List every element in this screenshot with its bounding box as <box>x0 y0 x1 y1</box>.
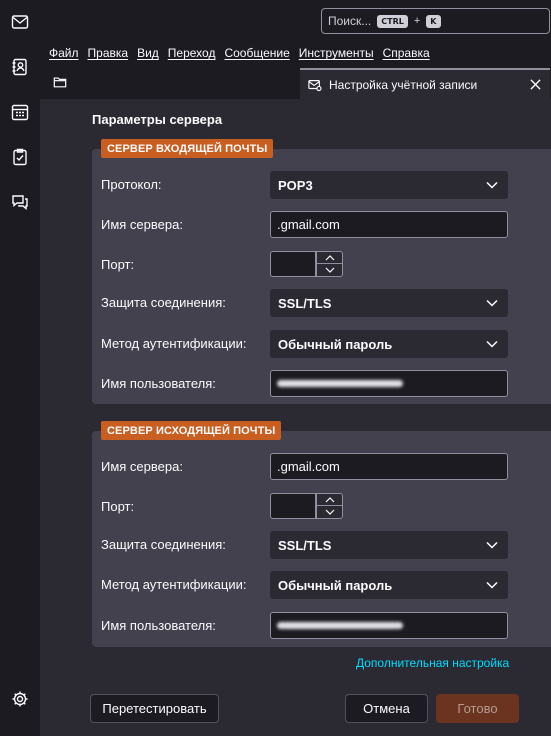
outgoing-security-select[interactable]: SSL/TLS <box>270 531 508 559</box>
close-icon[interactable] <box>520 79 550 90</box>
chevron-down-icon <box>486 581 498 589</box>
incoming-server-value: .gmail.com <box>277 217 340 232</box>
chat-icon[interactable] <box>8 190 32 214</box>
tasks-icon[interactable] <box>8 145 32 169</box>
tab-account-settings[interactable]: Настройка учётной записи <box>300 68 550 99</box>
incoming-auth-value: Обычный пароль <box>278 336 393 352</box>
chevron-down-icon <box>486 541 498 549</box>
incoming-security-select[interactable]: SSL/TLS <box>270 289 508 317</box>
calendar-icon[interactable] <box>8 100 32 124</box>
incoming-auth-row: Метод аутентификации: Обычный пароль <box>101 330 548 358</box>
protocol-select[interactable]: POP3 <box>270 171 508 199</box>
redacted-username <box>277 622 403 629</box>
spin-down-icon[interactable] <box>317 506 342 518</box>
address-book-icon[interactable] <box>8 55 32 79</box>
outgoing-server-row: Имя сервера: .gmail.com <box>101 453 548 481</box>
outgoing-port-row: Порт: <box>101 493 548 521</box>
incoming-auth-select[interactable]: Обычный пароль <box>270 330 508 358</box>
outgoing-auth-select[interactable]: Обычный пароль <box>270 571 508 599</box>
menu-help[interactable]: Справка <box>383 46 430 60</box>
chevron-down-icon <box>486 181 498 189</box>
redacted-username <box>277 380 403 387</box>
search-input[interactable]: Поиск... CTRL + K <box>321 8 550 34</box>
outgoing-server-panel: СЕРВЕР ИСХОДЯЩЕЙ ПОЧТЫ Имя сервера: .gma… <box>92 421 551 647</box>
incoming-port-row: Порт: <box>101 251 548 279</box>
advanced-config-link[interactable]: Дополнительная настройка <box>356 656 509 670</box>
incoming-server-panel: СЕРВЕР ВХОДЯЩЕЙ ПОЧТЫ Протокол: POP3 Имя… <box>92 139 551 404</box>
outgoing-user-label: Имя пользователя: <box>101 618 216 633</box>
retest-button[interactable]: Перетестировать <box>90 694 219 723</box>
incoming-username-input[interactable] <box>270 370 508 397</box>
incoming-server-input[interactable]: .gmail.com <box>270 211 508 238</box>
incoming-user-row: Имя пользователя: <box>101 370 548 398</box>
folder-icon[interactable] <box>50 72 70 92</box>
incoming-legend: СЕРВЕР ВХОДЯЩЕЙ ПОЧТЫ <box>101 139 274 158</box>
menu-view[interactable]: Вид <box>137 46 159 60</box>
outgoing-port-label: Порт: <box>101 499 135 514</box>
chevron-down-icon <box>486 340 498 348</box>
chevron-down-icon <box>486 299 498 307</box>
shortcut-key-ctrl: CTRL <box>377 14 408 28</box>
outgoing-port-spinner <box>316 493 343 519</box>
outgoing-security-value: SSL/TLS <box>278 537 332 553</box>
incoming-security-label: Защита соединения: <box>101 295 226 310</box>
incoming-protocol-row: Протокол: POP3 <box>101 171 548 199</box>
page-title: Параметры сервера <box>92 112 223 127</box>
menu-file[interactable]: Файл <box>49 46 79 60</box>
menu-message[interactable]: Сообщение <box>224 46 289 60</box>
shortcut-key-k: K <box>426 14 441 28</box>
outgoing-server-label: Имя сервера: <box>101 459 183 474</box>
settings-gear-icon[interactable] <box>8 687 32 711</box>
outgoing-auth-row: Метод аутентификации: Обычный пароль <box>101 571 548 599</box>
outgoing-auth-label: Метод аутентификации: <box>101 577 247 592</box>
menu-go[interactable]: Переход <box>168 46 216 60</box>
protocol-value: POP3 <box>278 177 313 193</box>
menu-tools[interactable]: Инструменты <box>299 46 374 60</box>
outgoing-server-value: .gmail.com <box>277 459 340 474</box>
incoming-server-label: Имя сервера: <box>101 217 183 232</box>
incoming-security-row: Защита соединения: SSL/TLS <box>101 289 548 317</box>
mail-icon[interactable] <box>8 10 32 34</box>
menu-edit[interactable]: Правка <box>88 46 129 60</box>
outgoing-security-row: Защита соединения: SSL/TLS <box>101 531 548 559</box>
shortcut-plus: + <box>413 15 421 27</box>
spin-up-icon[interactable] <box>317 494 342 506</box>
incoming-user-label: Имя пользователя: <box>101 376 216 391</box>
outgoing-legend: СЕРВЕР ИСХОДЯЩЕЙ ПОЧТЫ <box>101 421 282 440</box>
incoming-server-row: Имя сервера: .gmail.com <box>101 211 548 239</box>
unified-toolbar: Поиск... CTRL + K <box>40 0 551 42</box>
incoming-security-value: SSL/TLS <box>278 295 332 311</box>
tab-title: Настройка учётной записи <box>329 77 478 92</box>
tab-bar: Настройка учётной записи <box>40 64 551 99</box>
spin-up-icon[interactable] <box>317 252 342 264</box>
incoming-auth-label: Метод аутентификации: <box>101 336 247 351</box>
incoming-port-input[interactable] <box>270 251 316 277</box>
account-setup-content: Параметры сервера СЕРВЕР ВХОДЯЩЕЙ ПОЧТЫ … <box>40 99 551 736</box>
outgoing-port-input[interactable] <box>270 493 316 519</box>
cancel-button[interactable]: Отмена <box>345 694 428 723</box>
outgoing-server-input[interactable]: .gmail.com <box>270 453 508 480</box>
account-settings-icon <box>308 79 322 91</box>
search-placeholder: Поиск... <box>328 14 372 28</box>
spin-down-icon[interactable] <box>317 264 342 276</box>
outgoing-auth-value: Обычный пароль <box>278 577 393 593</box>
incoming-port-spinner <box>316 251 343 277</box>
protocol-label: Протокол: <box>101 177 162 192</box>
outgoing-user-row: Имя пользователя: <box>101 612 548 640</box>
done-button[interactable]: Готово <box>436 694 519 723</box>
outgoing-username-input[interactable] <box>270 612 508 639</box>
outgoing-security-label: Защита соединения: <box>101 537 226 552</box>
incoming-port-label: Порт: <box>101 257 135 272</box>
spaces-toolbar <box>0 0 40 736</box>
menubar: Файл Правка Вид Переход Сообщение Инстру… <box>40 42 551 64</box>
